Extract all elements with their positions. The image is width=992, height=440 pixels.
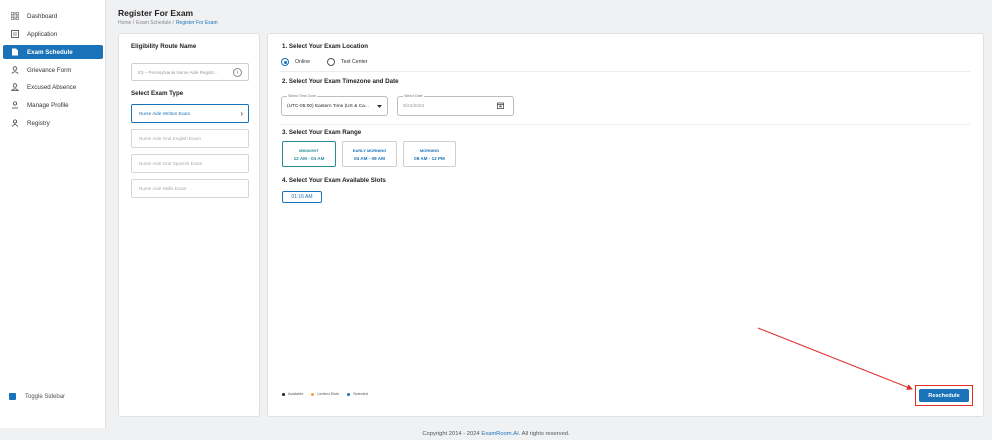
- sidebar-item-grievance-form[interactable]: Grievance Form: [3, 63, 103, 77]
- legend-dot: [347, 392, 351, 396]
- exam-type-written[interactable]: Nurse Aide Written Exam ›: [131, 104, 249, 123]
- range-morning[interactable]: MORNING 08 AM - 12 PM: [403, 141, 456, 167]
- sidebar-item-excused-absence[interactable]: Excused Absence: [3, 80, 103, 94]
- slots-heading: 4. Select Your Exam Available Slots: [282, 177, 386, 184]
- range-name: MIDNIGHT: [299, 147, 319, 153]
- radio-selected-icon: [281, 58, 289, 66]
- exam-type-oral-english[interactable]: Nurse Aide Oral English Exam: [131, 129, 249, 148]
- breadcrumb-current: Register For Exam: [175, 20, 218, 26]
- user-icon: [9, 63, 21, 77]
- range-time: 08 AM - 12 PM: [414, 155, 445, 161]
- sidebar-item-dashboard[interactable]: Dashboard: [3, 9, 103, 23]
- breadcrumb-exam-schedule[interactable]: Exam Schedule /: [136, 20, 174, 26]
- reschedule-button[interactable]: Reschedule: [919, 389, 969, 402]
- legend-dot: [311, 392, 315, 396]
- range-early-morning[interactable]: EARLY MORNING 04 AM - 08 AM: [342, 141, 397, 167]
- range-time: 12 AM - 04 AM: [293, 155, 325, 161]
- sidebar-item-label: Grievance Form: [27, 66, 72, 74]
- sidebar-item-manage-profile[interactable]: Manage Profile: [3, 98, 103, 112]
- document-icon: [9, 27, 21, 41]
- exam-type-panel: Eligibility Route Name E3 – Pennsylvania…: [118, 33, 260, 417]
- exam-type-heading: Select Exam Type: [131, 90, 184, 97]
- timezone-heading: 2. Select Your Exam Timezone and Date: [282, 78, 399, 85]
- timezone-select[interactable]: Select Time Zone (UTC-05:00) Eastern Tim…: [281, 94, 388, 116]
- legend-label: Selected: [353, 392, 368, 396]
- info-icon[interactable]: i: [233, 68, 242, 77]
- legend-dot: [282, 392, 285, 396]
- footer-rights: All rights reserved.: [521, 431, 570, 437]
- sidebar-toggle-icon: [9, 393, 16, 400]
- chevron-right-icon: ›: [240, 109, 243, 118]
- exam-type-label: Nurse Aide Oral English Exam: [139, 136, 201, 141]
- sidebar-item-label: Excused Absence: [27, 83, 77, 91]
- location-test-center-radio[interactable]: Test Center: [327, 58, 368, 66]
- route-heading: Eligibility Route Name: [131, 43, 197, 50]
- date-value: 8/24/2024: [403, 104, 425, 109]
- grid-icon: [9, 9, 21, 23]
- timezone-label: Select Time Zone: [287, 94, 317, 98]
- exam-type-label: Nurse Aide Skills Exam: [139, 186, 187, 191]
- divider: [280, 71, 970, 72]
- sidebar-item-registry[interactable]: Registry: [3, 116, 103, 130]
- location-online-radio[interactable]: Online: [281, 58, 310, 66]
- exam-details-panel: 1. Select Your Exam Location Online Test…: [267, 33, 984, 417]
- divider: [280, 124, 970, 125]
- sidebar-item-label: Application: [27, 30, 58, 38]
- range-name: EARLY MORNING: [352, 147, 387, 153]
- range-time: 04 AM - 08 AM: [354, 155, 385, 161]
- range-midnight[interactable]: MIDNIGHT 12 AM - 04 AM: [282, 141, 336, 167]
- sidebar-item-label: Dashboard: [27, 12, 58, 20]
- sidebar-item-label: Manage Profile: [27, 101, 69, 109]
- user-warning-icon: [9, 80, 21, 94]
- toggle-sidebar-button[interactable]: Toggle Sidebar: [9, 393, 65, 400]
- sidebar-item-application[interactable]: Application: [3, 27, 103, 41]
- exam-type-label: Nurse Aide Written Exam: [139, 111, 191, 116]
- exam-type-oral-spanish[interactable]: Nurse Aide Oral Spanish Exam: [131, 154, 249, 173]
- timezone-value: (UTC-05:00) Eastern Time (US & Ca...: [287, 104, 369, 109]
- range-name: MORNING: [419, 147, 440, 153]
- footer-copyright: Copyright 2014 - 2024: [422, 431, 480, 437]
- calendar-icon[interactable]: [497, 102, 504, 109]
- legend-label: Limited Slots: [317, 392, 340, 396]
- slot-button[interactable]: 01:16 AM: [282, 191, 322, 203]
- sidebar-item-label: Exam Schedule: [27, 48, 73, 56]
- route-value: E3 – Pennsylvania Nurse Aide Registr...: [138, 69, 218, 75]
- caret-down-icon: [377, 105, 382, 108]
- radio-label: Test Center: [341, 59, 368, 65]
- registry-icon: [9, 116, 21, 130]
- legend-item: Limited Slots: [311, 392, 339, 396]
- radio-label: Online: [295, 59, 310, 65]
- page-title: Register For Exam: [118, 8, 194, 18]
- date-picker[interactable]: Select Date 8/24/2024: [397, 94, 514, 116]
- range-heading: 3. Select Your Exam Range: [282, 129, 362, 136]
- location-heading: 1. Select Your Exam Location: [282, 43, 369, 50]
- eligibility-route-field[interactable]: E3 – Pennsylvania Nurse Aide Registr... …: [131, 63, 249, 81]
- footer: Copyright 2014 - 2024 ExamRoom.AI. All r…: [0, 431, 992, 437]
- radio-icon: [327, 58, 335, 66]
- exam-type-label: Nurse Aide Oral Spanish Exam: [139, 161, 203, 166]
- date-label: Select Date: [403, 94, 424, 98]
- toggle-sidebar-label: Toggle Sidebar: [25, 393, 66, 400]
- file-icon: [9, 45, 21, 59]
- slot-legend: Available Limited Slots Selected: [282, 392, 368, 396]
- legend-item: Selected: [347, 392, 368, 396]
- footer-brand-link[interactable]: ExamRoom.AI.: [481, 431, 520, 437]
- sidebar: Dashboard Application Exam Schedule Grie…: [0, 0, 106, 428]
- legend-label: Available: [288, 392, 304, 396]
- exam-type-skills[interactable]: Nurse Aide Skills Exam: [131, 179, 249, 198]
- breadcrumb-home[interactable]: Home /: [118, 20, 134, 26]
- legend-item: Available: [282, 392, 303, 396]
- profile-icon: [9, 98, 21, 112]
- sidebar-item-label: Registry: [27, 119, 50, 127]
- sidebar-item-exam-schedule[interactable]: Exam Schedule: [3, 45, 103, 59]
- breadcrumb: Home / Exam Schedule / Register For Exam: [118, 20, 218, 26]
